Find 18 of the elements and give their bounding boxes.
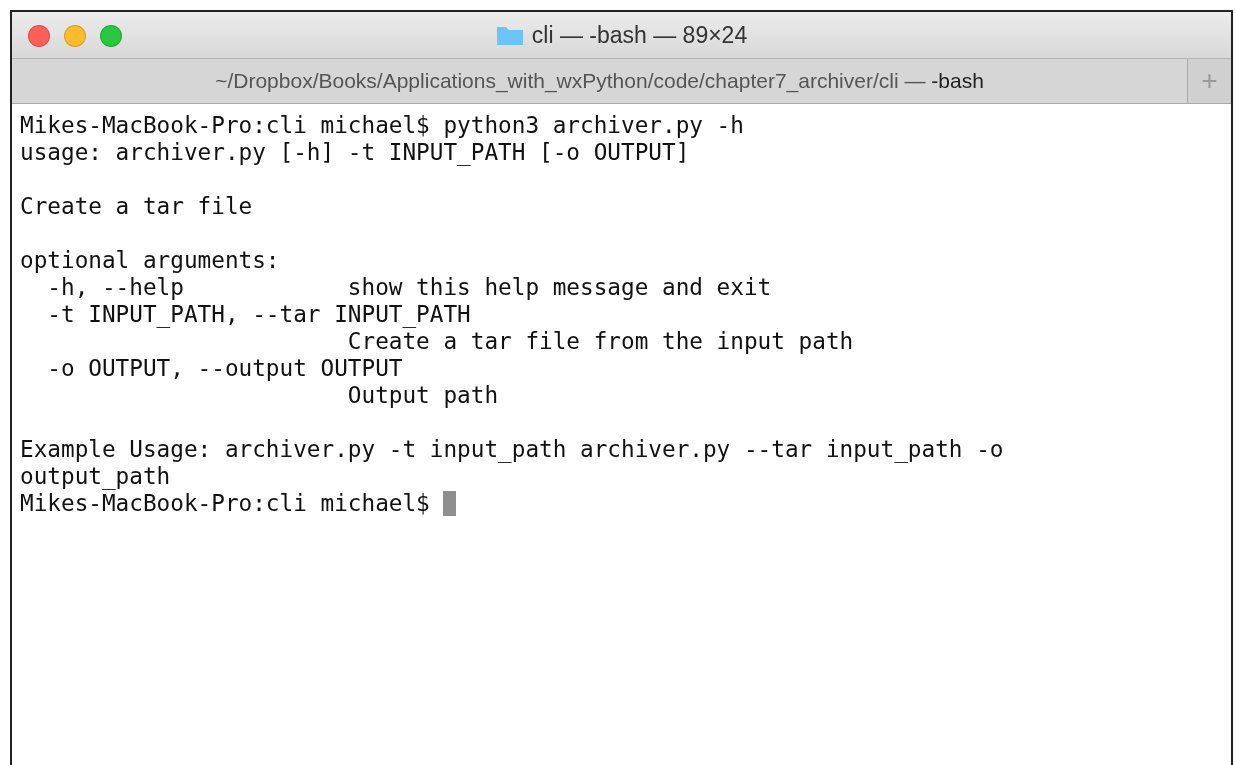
minimize-button[interactable] (64, 25, 86, 47)
terminal-line: optional arguments: (20, 247, 280, 274)
terminal-line: Example Usage: archiver.py -t input_path archiver.py --tar input_path -o (20, 436, 1004, 463)
terminal-line: -h, --help show this help message and exit (46, 274, 772, 301)
terminal-line: usage: archiver.py [-h] -t INPUT_PATH [-o OUTPUT] (20, 139, 690, 166)
window-title: cli — -bash — 89×24 (531, 21, 748, 49)
zoom-button[interactable] (100, 25, 122, 47)
folder-icon (495, 24, 524, 46)
terminal-line: Output path (346, 382, 499, 409)
terminal-line: Mikes-MacBook-Pro:cli michael$ python3 archiver.py -h (20, 112, 744, 139)
tab[interactable]: ~/Dropbox/Books/Applications_with_wxPython/code/chapter7_archiver/cli — -bash (12, 59, 1187, 103)
terminal-line: output_path (20, 463, 171, 490)
close-button[interactable] (28, 25, 50, 47)
terminal-line: -o OUTPUT, --output OUTPUT (46, 355, 403, 382)
prompt-line: Mikes-MacBook-Pro:cli michael$ (20, 490, 431, 517)
terminal-line: Create a tar file (20, 193, 253, 220)
terminal-line: Create a tar file from the input path (346, 328, 854, 355)
terminal-line: -t INPUT_PATH, --tar INPUT_PATH (46, 301, 471, 328)
